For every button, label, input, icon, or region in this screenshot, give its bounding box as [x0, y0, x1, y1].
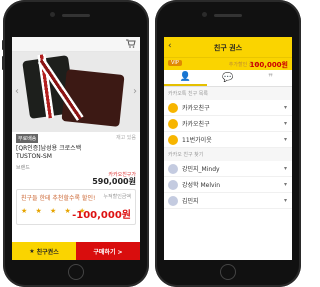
price-row: 카카오친구가 590,000원 [12, 171, 140, 187]
discount-card: 친구들 한테 추천할수록 할인! 누적할인금액 ★ ★ ★ ★ ★ -100,0… [16, 189, 136, 225]
friend-row[interactable]: 11번가이웃 ▾ [164, 132, 292, 148]
star-icon: ★ [29, 247, 35, 255]
friend-name: 강성학 Melvin [182, 182, 221, 189]
avatar [168, 134, 178, 145]
avatar [168, 163, 178, 174]
person-icon[interactable]: 👤 [164, 70, 207, 86]
friend-row[interactable]: 강민지_Mindy ▾ [164, 161, 292, 177]
friend-name: 김민지 [182, 198, 199, 205]
phone-right: ‹ 친구 권스 VIP 추가할인 금액 100,000원 👤 💬 ❞ 카카오톡 … [155, 0, 301, 287]
friend-row[interactable]: 카카오친구 ▾ [164, 116, 292, 132]
chevron-down-icon[interactable]: ▾ [284, 165, 287, 172]
chevron-down-icon[interactable]: ▾ [284, 197, 287, 204]
recommend-screen: ‹ 친구 권스 VIP 추가할인 금액 100,000원 👤 💬 ❞ 카카오톡 … [164, 37, 292, 260]
product-brand: 브랜드 [16, 165, 30, 171]
friend-name: 카카오친구 [182, 121, 210, 128]
buy-button[interactable]: 구매하기 > [76, 242, 140, 260]
total-value: 100,000원 [249, 61, 288, 69]
accum-label: 누적할인금액 [103, 194, 131, 200]
speaker [62, 14, 90, 17]
speaker [214, 14, 242, 17]
front-camera [50, 12, 55, 17]
product-name: [QR인증]남성용 크로스백 TUSTON-SM [12, 144, 140, 162]
section-header-other: 카카오 친구 찾기 [164, 148, 292, 161]
home-button[interactable] [220, 264, 236, 280]
header: ‹ 친구 권스 [164, 37, 292, 57]
home-button[interactable] [68, 264, 84, 280]
product-name-line2: TUSTON-SM [16, 153, 52, 160]
volume-button [2, 56, 4, 70]
product-screen: ‹ › 무료배송 재고 있음 [QR인증]남성용 크로스백 TUSTON-SM … [12, 37, 140, 260]
recommend-button[interactable]: ★ 친구권스 [12, 242, 76, 260]
badge-row: 무료배송 재고 있음 [12, 132, 140, 144]
chevron-down-icon[interactable]: ▾ [284, 181, 287, 188]
handwritten-note: 친구들 한테 추천할수록 할인! [21, 195, 96, 202]
avatar [168, 102, 178, 113]
avatar [168, 179, 178, 190]
friend-row[interactable]: 강성학 Melvin ▾ [164, 177, 292, 193]
avatar [168, 118, 178, 129]
summary-bar: VIP 추가할인 금액 100,000원 [164, 57, 292, 70]
friend-name: 강민지_Mindy [182, 166, 220, 173]
free-shipping-badge: 무료배송 [16, 134, 39, 143]
top-bar [12, 37, 140, 52]
front-camera [202, 12, 207, 17]
prev-arrow-icon[interactable]: ‹ [15, 86, 19, 97]
quote-icon[interactable]: ❞ [249, 70, 292, 86]
next-arrow-icon[interactable]: › [133, 86, 137, 97]
section-header-kakao: 카카오톡 친구 목록 [164, 87, 292, 100]
chevron-down-icon[interactable]: ▾ [284, 136, 287, 143]
page-title: 친구 권스 [213, 44, 243, 52]
recommend-label: 친구권스 [36, 248, 59, 256]
vip-badge: VIP [168, 60, 182, 66]
chevron-down-icon[interactable]: ▾ [284, 104, 287, 111]
avatar [168, 195, 178, 206]
friend-name: 카카오친구 [182, 105, 210, 112]
product-image[interactable]: ‹ › [12, 52, 140, 132]
chevron-down-icon[interactable]: ▾ [284, 120, 287, 127]
chat-icon[interactable]: 💬 [207, 70, 250, 86]
cart-icon[interactable] [126, 39, 136, 48]
bag-image-brown [37, 58, 125, 127]
price: 590,000원 [92, 177, 136, 186]
product-name-line1: [QR인증]남성용 크로스백 [16, 145, 82, 152]
friend-row[interactable]: 김민지 ▾ [164, 193, 292, 209]
friend-row[interactable]: 카카오친구 ▾ [164, 100, 292, 116]
phone-left: ‹ › 무료배송 재고 있음 [QR인증]남성용 크로스백 TUSTON-SM … [2, 0, 149, 287]
tab-bar: 👤 💬 ❞ [164, 70, 292, 87]
discount-amount: -100,000원 [72, 210, 131, 221]
friend-name: 11번가이웃 [182, 137, 212, 144]
bottom-action-bar: ★ 친구권스 구매하기 > [12, 242, 140, 260]
stock-badge: 재고 있음 [116, 135, 136, 141]
volume-button [2, 40, 4, 50]
